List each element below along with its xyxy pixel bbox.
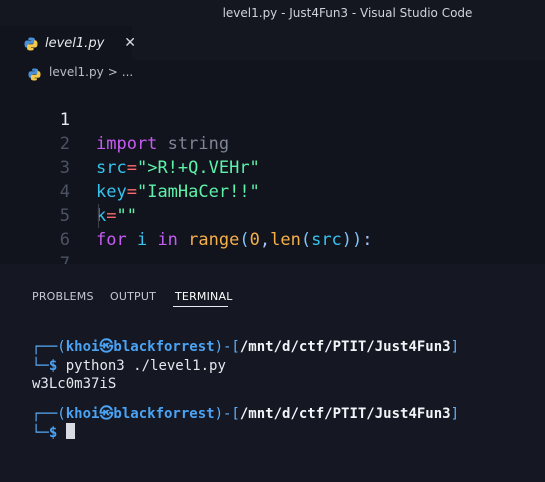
code-line: 1 import string [0, 84, 545, 154]
prompt-dollar: $ [48, 425, 58, 441]
code-line: 6 k+= chr(ord(key[i])^ord(src[i])) [0, 204, 545, 298]
terminal-command-line: └─$ python3 ./level1.py [32, 356, 226, 376]
code-line: 2 src=">R!+Q.VEHr" [0, 108, 545, 178]
prompt-path: /mnt/d/ctf/PTIT/Just4Fun3 [239, 406, 451, 422]
prompt-corner: ┌──( [32, 406, 66, 422]
prompt-corner: └─ [32, 425, 49, 441]
tab-level1-py[interactable]: level1.py ✕ [0, 26, 136, 60]
tab-problems[interactable]: PROBLEMS [32, 290, 94, 303]
tab-terminal[interactable]: TERMINAL [175, 290, 233, 303]
close-icon[interactable]: ✕ [124, 35, 136, 51]
terminal-input-line[interactable]: └─$ [32, 423, 75, 443]
bottom-panel: PROBLEMS OUTPUT TERMINAL ┌──(khoi㉿blackf… [0, 264, 545, 482]
prompt-bracket-end: ] [450, 339, 460, 355]
indent-guide [98, 204, 99, 228]
breadcrumb: level1.py > ... [0, 60, 545, 84]
code-line: 5 for i in range(0,len(src)): [0, 180, 545, 250]
prompt-bracket: )-[ [214, 339, 240, 355]
terminal-command: python3 ./level1.py [57, 358, 226, 374]
terminal-prompt-line: ┌──(khoi㉿blackforrest)-[/mnt/d/ctf/PTIT/… [32, 404, 459, 424]
code-editor[interactable]: 1 import string 2 src=">R!+Q.VEHr" 3 key… [0, 84, 545, 298]
prompt-path: /mnt/d/ctf/PTIT/Just4Fun3 [239, 339, 451, 355]
prompt-corner: ┌──( [32, 339, 66, 355]
editor-tab-bar: level1.py ✕ [0, 26, 545, 60]
prompt-user: khoi㉿blackforrest [65, 339, 215, 355]
window-title: level1.py - Just4Fun3 - Visual Studio Co… [222, 6, 473, 20]
breadcrumb-file[interactable]: level1.py [49, 65, 104, 79]
python-file-icon [28, 66, 41, 81]
code-line: 3 key="IamHaCer!!" [0, 132, 545, 202]
python-file-icon [24, 36, 38, 51]
prompt-user: khoi㉿blackforrest [65, 406, 215, 422]
tab-output[interactable]: OUTPUT [110, 290, 156, 303]
prompt-bracket-end: ] [450, 406, 460, 422]
prompt-bracket: )-[ [214, 406, 240, 422]
breadcrumb-more[interactable]: ... [122, 65, 133, 79]
terminal-output: w3Lc0m37iS [32, 374, 116, 394]
title-bar: level1.py - Just4Fun3 - Visual Studio Co… [0, 0, 545, 26]
terminal-prompt-line: ┌──(khoi㉿blackforrest)-[/mnt/d/ctf/PTIT/… [32, 337, 459, 357]
active-tab-indicator [173, 306, 228, 307]
terminal-output-text: w3Lc0m37iS [32, 376, 117, 392]
terminal-cursor [65, 423, 75, 439]
tab-label: level1.py [45, 35, 105, 51]
code-line: 4 k="" [0, 156, 545, 226]
chevron-right-icon: > [107, 65, 118, 79]
code-line: 7 print (k) [0, 228, 545, 298]
prompt-corner: └─ [32, 358, 49, 374]
